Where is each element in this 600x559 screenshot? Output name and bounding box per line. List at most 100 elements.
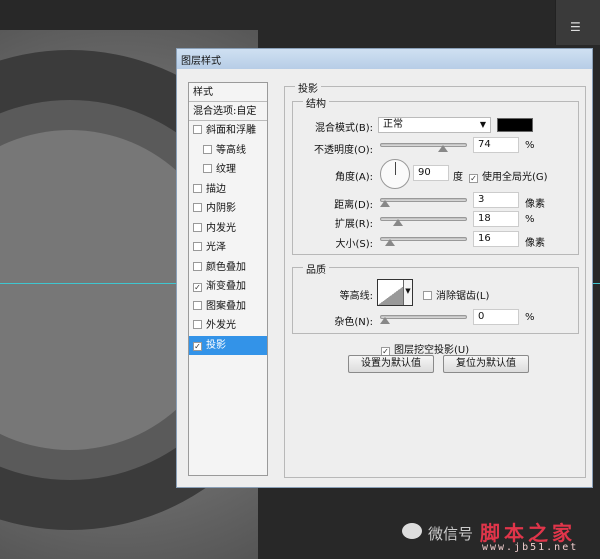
blend-options-item[interactable]: 混合选项:自定	[189, 102, 267, 121]
style-item-label: 描边	[206, 183, 226, 195]
opacity-label: 不透明度(O):	[313, 145, 373, 156]
blend-mode-select[interactable]: 正常 ▼	[378, 117, 491, 133]
style-item-label: 等高线	[216, 144, 246, 156]
watermark-text: 微信号	[428, 525, 474, 543]
style-item[interactable]: 图案叠加	[189, 297, 267, 316]
style-item-label: 投影	[206, 339, 226, 351]
styles-header[interactable]: 样式	[189, 83, 267, 102]
style-item[interactable]: ✓ 渐变叠加	[189, 277, 267, 296]
style-item[interactable]: 斜面和浮雕	[189, 121, 267, 140]
distance-input[interactable]: 3	[473, 192, 519, 208]
panel-icon[interactable]: ☰	[570, 20, 581, 34]
opacity-slider[interactable]	[380, 143, 467, 152]
style-item-label: 内发光	[206, 222, 236, 234]
antialias-checkbox[interactable]: 消除锯齿(L)	[423, 287, 489, 302]
contour-label: 等高线:	[339, 291, 373, 302]
contour-picker[interactable]: ▼	[377, 279, 413, 306]
angle-label: 角度(A):	[334, 172, 373, 183]
noise-slider[interactable]	[380, 315, 467, 324]
distance-label: 距离(D):	[334, 200, 373, 211]
make-default-button[interactable]: 设置为默认值	[348, 355, 434, 373]
styles-list: 样式 混合选项:自定 斜面和浮雕等高线纹理描边内阴影内发光光泽颜色叠加 ✓ 渐变叠加…	[188, 82, 268, 476]
size-input[interactable]: 16	[473, 231, 519, 247]
style-item[interactable]: 描边	[189, 180, 267, 199]
blend-mode-label: 混合模式(B):	[314, 123, 373, 134]
checkbox-checked-icon: ✓	[469, 174, 478, 183]
checkbox-icon[interactable]	[193, 300, 202, 310]
style-item[interactable]: 内阴影	[189, 199, 267, 218]
checkbox-icon[interactable]	[203, 164, 212, 173]
spread-unit: %	[525, 214, 535, 225]
drop-shadow-title: 投影	[295, 80, 321, 95]
slider-thumb[interactable]	[380, 317, 390, 324]
drop-shadow-group: 投影 结构 混合模式(B): 正常 ▼ 不透明度(O): 74 % 角度(A): …	[284, 80, 586, 478]
noise-unit: %	[525, 312, 535, 323]
checkbox-checked-icon[interactable]: ✓	[193, 341, 202, 351]
slider-thumb[interactable]	[438, 145, 448, 152]
style-item-label: 斜面和浮雕	[206, 125, 256, 136]
checkbox-checked-icon[interactable]: ✓	[193, 283, 202, 292]
quality-title: 品质	[303, 261, 329, 276]
layer-style-dialog: 图层样式 样式 混合选项:自定 斜面和浮雕等高线纹理描边内阴影内发光光泽颜色叠加…	[176, 48, 593, 488]
knockout-checkbox[interactable]: ✓ 图层挖空投影(U)	[381, 341, 469, 356]
style-item-label: 外发光	[206, 320, 236, 331]
size-label: 大小(S):	[335, 239, 373, 250]
global-light-checkbox[interactable]: ✓ 使用全局光(G)	[469, 168, 548, 183]
wechat-icon	[402, 523, 422, 539]
chevron-down-icon: ▼	[403, 280, 412, 305]
style-item[interactable]: 颜色叠加	[189, 258, 267, 277]
size-slider[interactable]	[380, 237, 467, 246]
dialog-titlebar[interactable]: 图层样式	[177, 49, 592, 69]
distance-slider[interactable]	[380, 198, 467, 207]
noise-label: 杂色(N):	[334, 317, 373, 328]
checkbox-icon[interactable]	[203, 144, 212, 154]
chevron-down-icon: ▼	[479, 120, 486, 129]
checkbox-icon[interactable]	[193, 183, 202, 193]
shadow-color-swatch[interactable]	[497, 118, 533, 132]
spread-slider[interactable]	[380, 217, 467, 226]
checkbox-icon[interactable]	[193, 320, 202, 329]
angle-input[interactable]: 90	[413, 165, 449, 181]
style-item[interactable]: 内发光	[189, 219, 267, 238]
checkbox-icon[interactable]	[193, 261, 202, 271]
style-item-label: 渐变叠加	[206, 281, 246, 292]
panel-dock: ☰	[555, 0, 600, 45]
slider-thumb[interactable]	[393, 219, 403, 226]
checkbox-icon[interactable]	[193, 242, 202, 251]
checkbox-icon[interactable]	[193, 222, 202, 232]
slider-thumb[interactable]	[380, 200, 390, 207]
style-item[interactable]: ✓ 投影	[189, 335, 267, 355]
blend-mode-value: 正常	[383, 119, 403, 130]
slider-thumb[interactable]	[385, 239, 395, 246]
style-item[interactable]: 纹理	[189, 160, 267, 179]
reset-default-button[interactable]: 复位为默认值	[443, 355, 529, 373]
antialias-label: 消除锯齿(L)	[436, 291, 490, 302]
style-item[interactable]: 等高线	[189, 141, 267, 160]
checkbox-icon[interactable]	[193, 203, 202, 212]
dialog-title: 图层样式	[181, 56, 221, 67]
distance-unit: 像素	[525, 199, 545, 210]
style-item[interactable]: 光泽	[189, 238, 267, 257]
checkbox-icon[interactable]	[193, 125, 202, 134]
structure-title: 结构	[303, 95, 329, 110]
quality-group: 品质 等高线: ▼ 消除锯齿(L) 杂色(N): 0 %	[292, 261, 579, 334]
spread-label: 扩展(R):	[334, 219, 373, 230]
opacity-input[interactable]: 74	[473, 137, 519, 153]
size-unit: 像素	[525, 238, 545, 249]
style-item-label: 颜色叠加	[206, 261, 246, 273]
structure-group: 结构 混合模式(B): 正常 ▼ 不透明度(O): 74 % 角度(A): 90 …	[292, 95, 579, 255]
watermark: 微信号 脚本之家 www.jb51.net	[402, 515, 592, 555]
global-light-label: 使用全局光(G)	[482, 172, 548, 183]
style-item[interactable]: 外发光	[189, 316, 267, 335]
angle-needle	[395, 162, 396, 175]
style-item-label: 光泽	[206, 242, 226, 253]
watermark-url: www.jb51.net	[482, 542, 579, 553]
spread-input[interactable]: 18	[473, 211, 519, 227]
style-item-label: 纹理	[216, 164, 236, 175]
angle-dial[interactable]	[380, 159, 410, 189]
opacity-unit: %	[525, 140, 535, 151]
noise-input[interactable]: 0	[473, 309, 519, 325]
style-item-label: 内阴影	[206, 203, 236, 214]
angle-unit: 度	[453, 172, 463, 183]
style-item-label: 图案叠加	[206, 300, 246, 312]
